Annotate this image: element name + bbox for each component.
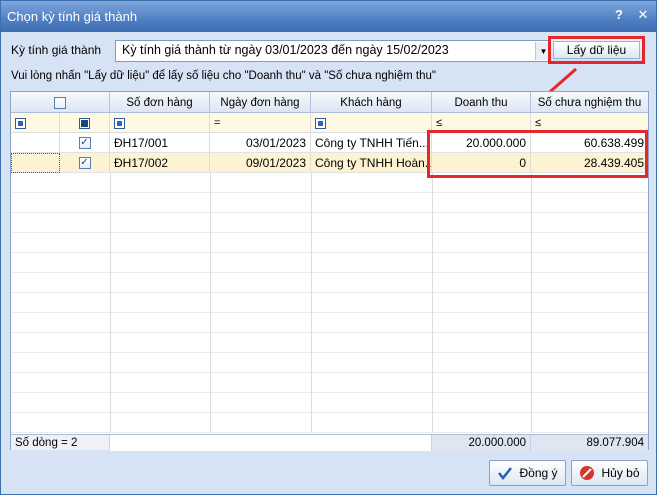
filter-customer[interactable]	[311, 113, 432, 133]
empty-row	[11, 293, 648, 313]
column-divider	[531, 173, 532, 432]
get-data-label: Lấy dữ liệu	[566, 43, 627, 57]
row-checkbox[interactable]: ✓	[78, 137, 91, 149]
empty-row	[11, 253, 648, 273]
empty-row	[11, 213, 648, 233]
row-count: Số dòng = 2	[11, 435, 110, 451]
filter-operator-icon[interactable]	[15, 117, 26, 129]
header-unaccepted[interactable]: Số chưa nghiệm thu	[531, 92, 648, 113]
empty-row	[11, 193, 648, 213]
column-divider	[311, 173, 312, 432]
filter-eq-symbol: =	[214, 117, 221, 129]
empty-row	[11, 313, 648, 333]
choose-period-dialog: Chọn kỳ tính giá thành ? ✕ Kỳ tính giá t…	[0, 0, 657, 495]
filter-order-date[interactable]: =	[210, 113, 311, 133]
ok-label: Đồng ý	[519, 466, 558, 480]
filter-le-symbol: ≤	[436, 117, 443, 129]
cancel-button[interactable]: Hủy bỏ	[571, 460, 648, 486]
row-checkbox[interactable]: ✓	[78, 157, 91, 169]
period-dropdown[interactable]: Kỳ tính giá thành từ ngày 03/01/2023 đến…	[115, 40, 553, 62]
cell-order-no: ĐH17/002	[110, 153, 210, 173]
header-revenue[interactable]: Doanh thu	[432, 92, 531, 113]
header-customer[interactable]: Khách hàng	[311, 92, 432, 113]
empty-row	[11, 273, 648, 293]
grid-header: Số đơn hàng Ngày đơn hàng Khách hàng Doa…	[11, 92, 648, 113]
row-checkbox-cell[interactable]: ✓	[60, 133, 110, 153]
footer-blank	[110, 435, 432, 451]
select-all-header[interactable]	[11, 92, 110, 113]
empty-row	[11, 373, 648, 393]
cell-order-date: 09/01/2023	[210, 153, 311, 173]
row-indicator	[11, 133, 60, 153]
values-highlight-box	[427, 130, 648, 178]
cell-order-date: 03/01/2023	[210, 133, 311, 153]
window-title: Chọn kỳ tính giá thành	[7, 9, 138, 24]
filter-order-no[interactable]	[110, 113, 210, 133]
cell-customer: Công ty TNHH Hoàn...	[311, 153, 432, 173]
footer-unaccepted-total: 89.077.904	[531, 435, 648, 451]
empty-row	[11, 393, 648, 413]
column-divider	[110, 173, 111, 432]
row-indicator	[11, 153, 60, 173]
row-checkbox-cell[interactable]: ✓	[60, 153, 110, 173]
column-divider	[432, 173, 433, 432]
filter-le-symbol: ≤	[535, 117, 542, 129]
filter-operator-icon[interactable]	[114, 117, 125, 129]
title-bar: Chọn kỳ tính giá thành ? ✕	[1, 1, 656, 32]
header-order-no[interactable]: Số đơn hàng	[110, 92, 210, 113]
select-all-checkbox[interactable]	[54, 96, 66, 109]
filter-cell-a[interactable]	[11, 113, 60, 133]
cancel-label: Hủy bỏ	[601, 466, 640, 480]
ok-button[interactable]: Đồng ý	[489, 460, 566, 486]
footer-revenue-total: 20.000.000	[432, 435, 531, 451]
empty-row	[11, 333, 648, 353]
get-data-button-highlight: Lấy dữ liệu	[548, 36, 645, 64]
filter-operator-icon[interactable]	[315, 117, 326, 129]
period-label: Kỳ tính giá thành	[11, 43, 102, 57]
period-value: Kỳ tính giá thành từ ngày 03/01/2023 đến…	[122, 43, 449, 57]
cell-customer: Công ty TNHH Tiến...	[311, 133, 432, 153]
grid-footer: Số dòng = 2 20.000.000 89.077.904	[11, 434, 648, 451]
column-divider	[210, 173, 211, 432]
empty-row	[11, 413, 648, 433]
cell-order-no: ĐH17/001	[110, 133, 210, 153]
help-icon[interactable]: ?	[612, 7, 626, 23]
get-data-button[interactable]: Lấy dữ liệu	[553, 41, 640, 59]
close-icon[interactable]: ✕	[636, 7, 650, 23]
header-order-date[interactable]: Ngày đơn hàng	[210, 92, 311, 113]
filter-operator-icon[interactable]	[79, 117, 90, 129]
checkmark-icon	[498, 467, 513, 480]
empty-row	[11, 233, 648, 253]
empty-row	[11, 353, 648, 373]
filter-cell-b[interactable]	[60, 113, 110, 133]
hint-text: Vui lòng nhấn "Lấy dữ liệu" để lấy số li…	[11, 70, 436, 82]
cancel-icon	[580, 466, 595, 480]
